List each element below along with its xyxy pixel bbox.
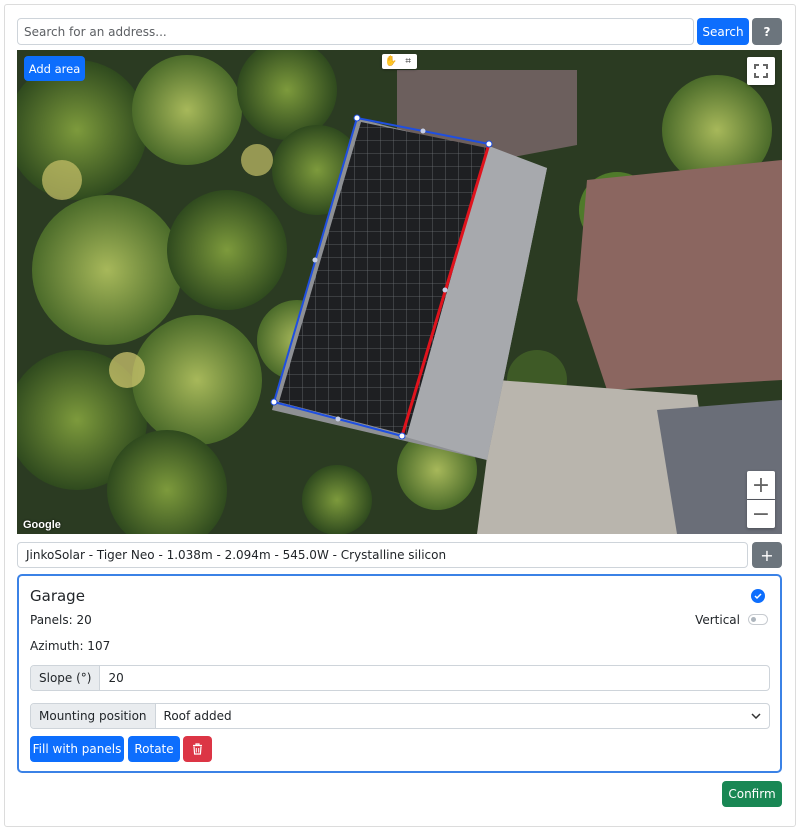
confirm-button[interactable]: Confirm	[722, 781, 782, 807]
address-search-input[interactable]	[17, 18, 694, 45]
area-card: Garage Panels: 20 Vertical Azimuth: 107 …	[17, 574, 782, 773]
vertical-toggle[interactable]	[748, 614, 768, 625]
azimuth-value: Azimuth: 107	[30, 639, 111, 653]
zoom-in-button[interactable]: +	[747, 471, 775, 499]
draw-shape-icon[interactable]: ⌗	[400, 54, 418, 69]
search-button[interactable]: Search	[697, 18, 749, 45]
area-title: Garage	[30, 587, 85, 605]
slope-input-group: Slope (°) 20	[30, 665, 770, 691]
zoom-out-button[interactable]: −	[747, 500, 775, 528]
fill-with-panels-button[interactable]: Fill with panels	[30, 736, 124, 762]
help-button[interactable]: ?	[752, 18, 782, 45]
drawing-toolbar: ✋ ⌗	[382, 54, 417, 69]
google-attribution: Google	[23, 519, 61, 531]
add-area-button[interactable]: Add area	[24, 56, 85, 81]
slope-label: Slope (°)	[31, 666, 101, 690]
panel-model-value: JinkoSolar - Tiger Neo - 1.038m - 2.094m…	[26, 548, 447, 562]
slope-input[interactable]: 20	[100, 666, 769, 690]
mounting-position-group: Mounting position Roof added	[30, 703, 770, 729]
chevron-down-icon[interactable]	[743, 704, 769, 728]
hand-pan-icon[interactable]: ✋	[382, 54, 400, 69]
aerial-imagery	[17, 50, 782, 534]
mounting-position-select[interactable]: Roof added	[156, 704, 743, 728]
fullscreen-icon	[754, 64, 768, 78]
vertical-label: Vertical	[695, 613, 740, 627]
panel-model-select[interactable]: JinkoSolar - Tiger Neo - 1.038m - 2.094m…	[17, 542, 748, 568]
selected-check-icon[interactable]	[751, 589, 765, 603]
panels-count: Panels: 20	[30, 613, 92, 627]
fullscreen-button[interactable]	[747, 57, 775, 85]
mounting-position-label: Mounting position	[31, 704, 156, 728]
trash-icon	[193, 743, 202, 755]
roof-right	[577, 160, 782, 390]
rotate-button[interactable]: Rotate	[128, 736, 180, 762]
satellite-map[interactable]: Add area ✋ ⌗ + − Google	[17, 50, 782, 534]
add-panel-model-button[interactable]: +	[752, 542, 782, 568]
delete-area-button[interactable]	[183, 736, 212, 762]
